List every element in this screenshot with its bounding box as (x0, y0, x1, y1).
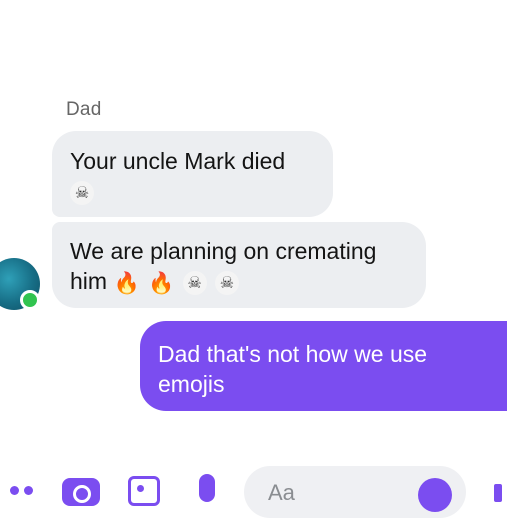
message-text: Your uncle Mark died (70, 148, 286, 174)
gallery-icon[interactable] (128, 476, 160, 506)
message-bubble-incoming[interactable]: Your uncle Mark died ☠ (52, 131, 333, 217)
more-options-icon[interactable] (10, 486, 40, 498)
fire-icon: 🔥 (148, 270, 175, 295)
message-text-continued: him 🔥 🔥 ☠ ☠ (70, 266, 408, 298)
message-composer: Aa (0, 462, 507, 518)
message-bubble-incoming[interactable]: We are planning on cremating him 🔥 🔥 ☠ ☠ (52, 222, 426, 308)
fire-icon: 🔥 (113, 270, 140, 295)
skull-icon: ☠ (182, 270, 207, 295)
sender-name: Dad (66, 99, 102, 120)
skull-icon: ☠ (214, 270, 239, 295)
message-text: Dad that's not how we use (158, 341, 428, 367)
message-text: emojis (158, 371, 225, 397)
online-status-dot (20, 290, 40, 310)
message-text: We are planning on cremating (70, 238, 377, 264)
camera-icon[interactable] (62, 478, 100, 506)
like-icon[interactable] (494, 484, 502, 502)
skull-icon: ☠ (70, 180, 94, 205)
message-text: him (70, 268, 108, 294)
microphone-icon[interactable] (199, 474, 215, 502)
emoji-row: ☠ (70, 176, 315, 206)
message-bubble-outgoing[interactable]: Dad that's not how we use emojis (140, 321, 507, 411)
emoji-icon[interactable] (418, 478, 452, 512)
